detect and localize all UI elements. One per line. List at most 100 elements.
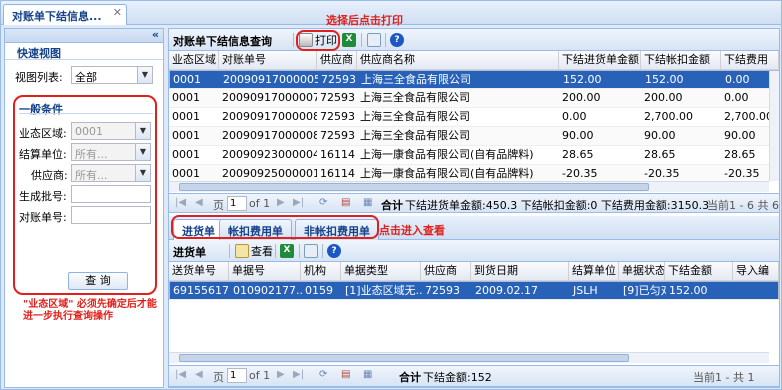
table-row[interactable]: 69155617 010902177... 0159 [1]业态区域无... 72593…	[169, 281, 779, 300]
print-annotation: 选择后点击打印	[326, 14, 403, 27]
col-header[interactable]: 业态区域	[169, 51, 219, 70]
table-row[interactable]: 0001 20090917000007 72593 上海三全食品有限公司 200.00 2…	[169, 89, 779, 108]
table-row[interactable]: 0001 20090925000001 16114 上海一康食品有限公司(自有品牌料)…	[169, 165, 779, 181]
excel-icon: X	[280, 244, 294, 258]
horizontal-scrollbar[interactable]	[169, 181, 769, 192]
page-label: 页	[213, 199, 224, 212]
report-icon[interactable]: ▤	[341, 197, 350, 208]
page-label: 页	[213, 371, 224, 384]
quick-view-header: 快速视图	[5, 44, 163, 60]
chevron-down-icon[interactable]: ▼	[135, 123, 150, 139]
divider	[19, 113, 153, 114]
col-header[interactable]: 单据号	[229, 262, 301, 281]
settings-icon[interactable]: ▦	[363, 197, 372, 208]
divider	[385, 33, 386, 47]
refresh-icon[interactable]: ⟳	[319, 369, 327, 380]
table-cell: 72593	[320, 129, 355, 142]
last-page-icon[interactable]: ▶|	[293, 197, 304, 208]
col-header[interactable]: 下结帐扣金额	[641, 51, 721, 70]
table-cell: 0001	[172, 110, 200, 123]
first-page-icon[interactable]: |◀	[175, 369, 186, 380]
table-cell: 20090917000008	[222, 110, 317, 123]
col-header[interactable]: 结算单位	[569, 262, 619, 281]
table-row[interactable]: 0001 20090923000004 16114 上海一康食品有限公司(自有品牌料)…	[169, 146, 779, 165]
top-pager: |◀ ◀ 页 1 of 1 ▶ ▶| ⟳ ▤ ▦ 合计 下结进货单金额:450.…	[169, 193, 779, 213]
receipt-grid: 送货单号 单据号 机构 单据类型 供应商 到货日期 结算单位 单据状态 下结金额…	[169, 262, 779, 352]
chevron-down-icon[interactable]: ▼	[135, 144, 150, 160]
table-cell: 上海三全食品有限公司	[361, 73, 471, 86]
quick-view-title: 快速视图	[17, 47, 61, 60]
col-header[interactable]: 下结金额	[665, 262, 733, 281]
page-of: of 1	[249, 369, 271, 382]
table-cell: 0001	[172, 129, 200, 142]
table-row[interactable]: 0001 20090917000008 72593 上海三全食品有限公司 0.00 2,7…	[169, 108, 779, 127]
help-button[interactable]: ?	[390, 31, 404, 49]
region-select[interactable]: 0001 ▼	[71, 122, 151, 140]
export-excel-button[interactable]: X	[280, 242, 294, 260]
settings-icon[interactable]: ▦	[363, 369, 372, 380]
col-header[interactable]: 供应商	[317, 51, 357, 70]
print-highlight	[296, 30, 340, 51]
col-header[interactable]: 到货日期	[471, 262, 569, 281]
settlement-unit-select[interactable]: 所有... ▼	[71, 143, 151, 161]
col-header[interactable]: 送货单号	[169, 262, 229, 281]
table-cell: 0.00	[562, 110, 587, 123]
col-header[interactable]: 单据状态	[619, 262, 665, 281]
email-button[interactable]	[367, 31, 381, 49]
collapse-icon[interactable]: «	[152, 28, 159, 41]
refresh-icon[interactable]: ⟳	[319, 197, 327, 208]
table-cell: 90.00	[644, 129, 676, 142]
email-button[interactable]	[304, 242, 318, 260]
page-input[interactable]: 1	[227, 368, 247, 383]
col-header[interactable]: 单据类型	[341, 262, 421, 281]
first-page-icon[interactable]: |◀	[175, 197, 186, 208]
prev-page-icon[interactable]: ◀	[195, 369, 203, 380]
table-cell: 20090917000007	[222, 91, 317, 104]
chevron-down-icon[interactable]: ▼	[137, 67, 152, 83]
supplier-value: 所有...	[75, 169, 108, 182]
app-window: 对账单下结信息... ✕ « 快速视图 视图列表: 全部 ▼ 一般条件 业态区域…	[0, 0, 782, 390]
col-header[interactable]: 下结进货单金额	[559, 51, 641, 70]
help-icon: ?	[390, 33, 404, 47]
table-cell: 0001	[172, 91, 200, 104]
table-cell: 20090917000008	[222, 129, 317, 142]
table-cell: 上海三全食品有限公司	[360, 129, 470, 142]
next-page-icon[interactable]: ▶	[277, 197, 285, 208]
scroll-thumb[interactable]	[179, 354, 629, 362]
batch-input[interactable]	[71, 185, 151, 203]
col-header[interactable]: 供应商	[421, 262, 471, 281]
col-header[interactable]: 机构	[301, 262, 341, 281]
settlement-unit-value: 所有...	[75, 148, 108, 161]
prev-page-icon[interactable]: ◀	[195, 197, 203, 208]
scroll-thumb[interactable]	[179, 183, 649, 191]
report-icon[interactable]: ▤	[341, 369, 350, 380]
bottom-toolbar: 进货单 查看 X ?	[169, 240, 779, 262]
query-button[interactable]: 查 询	[68, 272, 128, 290]
last-page-icon[interactable]: ▶|	[293, 369, 304, 380]
tab-reconciliation[interactable]: 对账单下结信息... ✕	[3, 4, 127, 25]
chevron-down-icon[interactable]: ▼	[135, 165, 150, 181]
col-header[interactable]: 供应商名称	[357, 51, 559, 70]
top-toolbar: 对账单下结信息查询 打印 X ?	[169, 29, 779, 51]
col-header[interactable]: 对账单号	[219, 51, 317, 70]
close-icon[interactable]: ✕	[113, 6, 122, 19]
table-cell: [9]已匀对	[623, 284, 666, 297]
help-button[interactable]: ?	[327, 242, 341, 260]
next-page-icon[interactable]: ▶	[277, 369, 285, 380]
detail-title: 进货单	[173, 246, 206, 259]
view-button[interactable]: 查看	[235, 242, 273, 260]
table-row[interactable]: 0001 20090917000005 72593 上海三全食品有限公司 152.00 1…	[169, 70, 779, 89]
region-value: 0001	[75, 125, 103, 138]
collapse-bar[interactable]: «	[5, 28, 163, 43]
statement-no-input[interactable]	[71, 206, 151, 224]
supplier-select[interactable]: 所有... ▼	[71, 164, 151, 182]
col-header[interactable]: 下结费用	[721, 51, 779, 70]
page-input[interactable]: 1	[227, 196, 247, 211]
export-excel-button[interactable]: X	[342, 31, 356, 49]
view-list-select[interactable]: 全部 ▼	[71, 66, 153, 84]
horizontal-scrollbar[interactable]	[169, 352, 769, 363]
table-row[interactable]: 0001 20090917000008 72593 上海三全食品有限公司 90.00 90…	[169, 127, 779, 146]
table-cell: 2009.02.17	[475, 284, 538, 297]
vertical-scrollbar[interactable]	[769, 71, 779, 181]
col-header[interactable]: 导入编	[733, 262, 779, 281]
